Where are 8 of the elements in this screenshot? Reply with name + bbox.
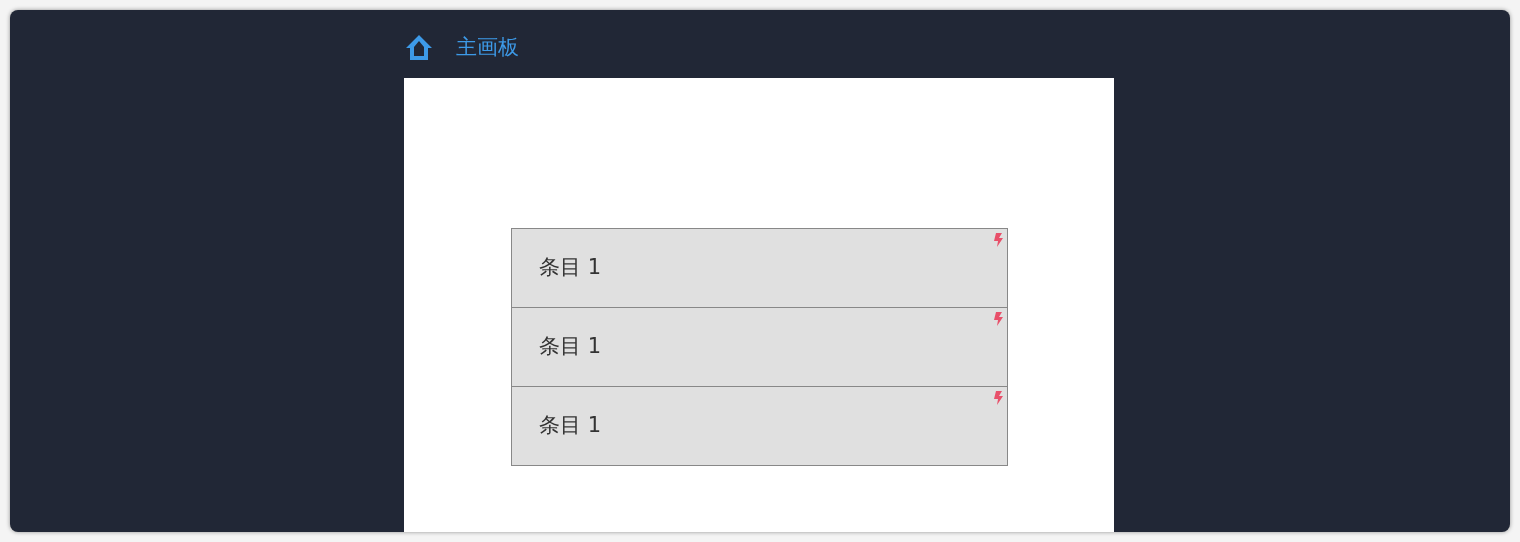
list-item[interactable]: 条目 1	[511, 228, 1008, 308]
lightning-icon	[994, 391, 1003, 405]
list-item[interactable]: 条目 1	[511, 307, 1008, 387]
lightning-icon	[994, 233, 1003, 247]
lightning-icon	[994, 312, 1003, 326]
artboard-title[interactable]: 主画板	[456, 32, 519, 64]
home-icon[interactable]	[404, 33, 434, 63]
list-item[interactable]: 条目 1	[511, 386, 1008, 466]
